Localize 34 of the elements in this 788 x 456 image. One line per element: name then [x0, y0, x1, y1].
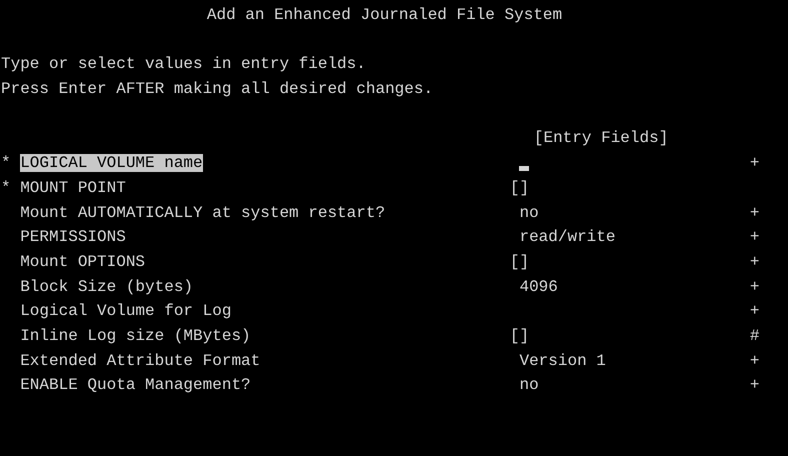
field-label: Block Size (bytes) [20, 278, 194, 296]
field-label: Inline Log size (MBytes) [20, 326, 251, 345]
list-indicator: # [750, 326, 760, 345]
instruction-text: Press Enter AFTER making all desired changes. [1, 80, 434, 98]
required-mark: * [1, 178, 11, 197]
list-indicator: + [750, 302, 760, 320]
list-indicator: + [750, 252, 760, 271]
input-field[interactable]: [] [510, 326, 530, 345]
input-field[interactable]: no [519, 376, 539, 394]
list-indicator: + [750, 204, 760, 222]
field-label: Mount OPTIONS [20, 252, 146, 271]
field-label: Extended Attribute Format [20, 352, 260, 370]
input-field[interactable]: no [519, 204, 539, 222]
input-field[interactable]: [] [510, 178, 530, 197]
column-header: [Entry Fields] [534, 129, 668, 148]
field-label: Logical Volume for Log [20, 302, 232, 320]
list-indicator: + [750, 154, 760, 172]
input-field[interactable]: Version 1 [519, 352, 606, 370]
list-indicator: + [750, 376, 760, 394]
list-indicator: + [750, 228, 760, 246]
input-field[interactable]: 4096 [519, 278, 558, 296]
field-label: Mount AUTOMATICALLY at system restart? [20, 204, 386, 222]
list-indicator: + [750, 352, 760, 370]
list-indicator: + [750, 278, 760, 296]
input-field[interactable]: read/write [519, 228, 616, 246]
field-label: PERMISSIONS [20, 228, 126, 246]
text-cursor [519, 166, 530, 172]
field-label: ENABLE Quota Management? [20, 376, 251, 394]
instruction-text: Type or select values in entry fields. [1, 55, 366, 74]
input-field[interactable]: [] [510, 252, 530, 271]
field-label: LOGICAL VOLUME name [20, 154, 203, 172]
required-mark: * [1, 154, 11, 172]
window-title: Add an Enhanced Journaled File System [206, 6, 562, 24]
field-label: MOUNT POINT [20, 178, 126, 197]
